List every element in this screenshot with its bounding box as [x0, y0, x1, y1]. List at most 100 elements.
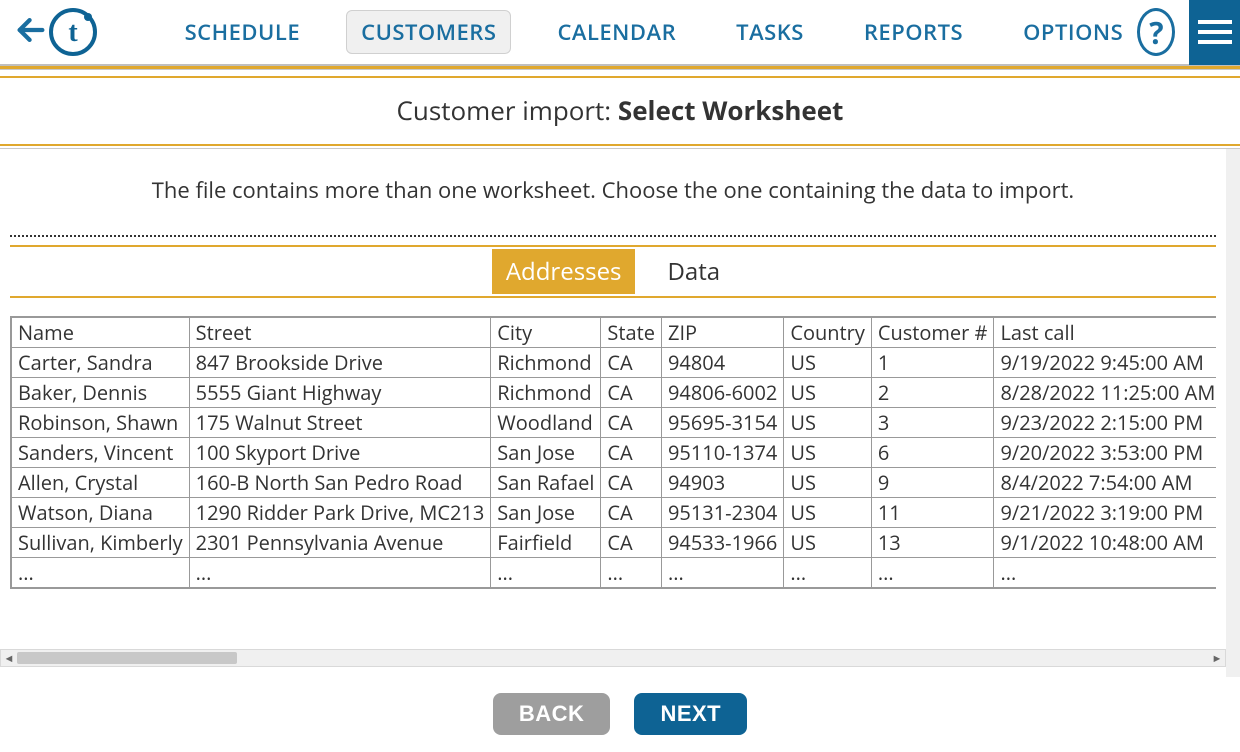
main-nav: SCHEDULE CUSTOMERS CALENDAR TASKS REPORTS OPT… — [99, 10, 1138, 54]
table-cell: 94806-6002 — [662, 378, 784, 408]
table-cell: 9/1/2022 10:48:00 AM — [994, 528, 1216, 558]
table-row[interactable]: Carter, Sandra847 Brookside DriveRichmon… — [11, 348, 1216, 378]
table-cell: 8/4/2022 7:54:00 AM — [994, 468, 1216, 498]
table-cell: ... — [784, 558, 871, 589]
top-bar: t SCHEDULE CUSTOMERS CALENDAR TASKS REPORTS O… — [0, 0, 1240, 66]
next-button[interactable]: NEXT — [634, 693, 747, 735]
nav-item-customers[interactable]: CUSTOMERS — [346, 10, 511, 54]
table-row[interactable]: Sullivan, Kimberly2301 Pennsylvania Aven… — [11, 528, 1216, 558]
table-cell: 94804 — [662, 348, 784, 378]
table-cell: 9/21/2022 3:19:00 PM — [994, 498, 1216, 528]
nav-item-reports[interactable]: REPORTS — [850, 11, 977, 53]
help-button[interactable]: ? — [1137, 8, 1175, 56]
table-cell: CA — [601, 438, 662, 468]
table-cell: 13 — [871, 528, 994, 558]
table-cell: Baker, Dennis — [11, 378, 189, 408]
table-cell: CA — [601, 378, 662, 408]
table-row[interactable]: Sanders, Vincent100 Skyport DriveSan Jos… — [11, 438, 1216, 468]
column-header: Last call — [994, 317, 1216, 348]
table-cell: 6 — [871, 438, 994, 468]
horizontal-scrollbar[interactable]: ◄ ► — [0, 649, 1226, 667]
divider — [0, 69, 1240, 70]
scroll-thumb[interactable] — [17, 652, 237, 664]
divider — [0, 144, 1240, 146]
table-cell: 8/28/2022 11:25:00 AM — [994, 378, 1216, 408]
table-row[interactable]: Baker, Dennis5555 Giant HighwayRichmondC… — [11, 378, 1216, 408]
table-cell: 95695-3154 — [662, 408, 784, 438]
table-cell: Richmond — [491, 348, 601, 378]
column-header: Name — [11, 317, 189, 348]
table-cell: US — [784, 348, 871, 378]
table-cell: San Jose — [491, 438, 601, 468]
page-title-main: Select Worksheet — [618, 92, 844, 128]
scroll-right-icon[interactable]: ► — [1209, 650, 1225, 666]
table-cell: 847 Brookside Drive — [189, 348, 491, 378]
table-cell: San Rafael — [491, 468, 601, 498]
table-cell: 2 — [871, 378, 994, 408]
table-cell: US — [784, 408, 871, 438]
wizard-footer: BACK NEXT — [0, 677, 1240, 751]
table-cell: 1 — [871, 348, 994, 378]
table-cell: ... — [871, 558, 994, 589]
nav-item-calendar[interactable]: CALENDAR — [543, 11, 690, 53]
table-cell: Fairfield — [491, 528, 601, 558]
table-cell: 9/20/2022 3:53:00 PM — [994, 438, 1216, 468]
table-cell: Sullivan, Kimberly — [11, 528, 189, 558]
column-header: Country — [784, 317, 871, 348]
table-cell: ... — [662, 558, 784, 589]
table-cell: CA — [601, 408, 662, 438]
table-cell: US — [784, 468, 871, 498]
worksheet-tab-addresses[interactable]: Addresses — [492, 249, 636, 294]
table-cell: 9/19/2022 9:45:00 AM — [994, 348, 1216, 378]
scroll-left-icon[interactable]: ◄ — [1, 650, 17, 666]
app-logo-icon: t — [48, 7, 99, 57]
nav-item-options[interactable]: OPTIONS — [1009, 11, 1137, 53]
table-cell: Watson, Diana — [11, 498, 189, 528]
table-cell: Carter, Sandra — [11, 348, 189, 378]
table-row[interactable]: Allen, Crystal160-B North San Pedro Road… — [11, 468, 1216, 498]
table-cell: 11 — [871, 498, 994, 528]
column-header: Customer # — [871, 317, 994, 348]
table-row[interactable]: ........................ — [11, 558, 1216, 589]
column-header: Street — [189, 317, 491, 348]
svg-text:t: t — [69, 17, 79, 48]
table-cell: ... — [189, 558, 491, 589]
table-cell: US — [784, 378, 871, 408]
table-cell: Richmond — [491, 378, 601, 408]
preview-table: NameStreetCityStateZIPCountryCustomer #L… — [10, 316, 1216, 589]
table-cell: 95110-1374 — [662, 438, 784, 468]
table-cell: ... — [601, 558, 662, 589]
table-cell: Allen, Crystal — [11, 468, 189, 498]
column-header: City — [491, 317, 601, 348]
worksheet-tab-data[interactable]: Data — [653, 249, 734, 294]
table-cell: 175 Walnut Street — [189, 408, 491, 438]
back-arrow-icon[interactable] — [0, 13, 48, 52]
table-cell: 3 — [871, 408, 994, 438]
table-cell: 100 Skyport Drive — [189, 438, 491, 468]
table-cell: US — [784, 528, 871, 558]
table-row[interactable]: Robinson, Shawn175 Walnut StreetWoodland… — [11, 408, 1216, 438]
nav-item-schedule[interactable]: SCHEDULE — [171, 11, 315, 53]
table-cell: 160-B North San Pedro Road — [189, 468, 491, 498]
table-cell: US — [784, 438, 871, 468]
table-cell: 94533-1966 — [662, 528, 784, 558]
column-header: State — [601, 317, 662, 348]
table-cell: 5555 Giant Highway — [189, 378, 491, 408]
table-cell: CA — [601, 468, 662, 498]
nav-item-tasks[interactable]: TASKS — [722, 11, 818, 53]
table-cell: ... — [11, 558, 189, 589]
hamburger-menu-button[interactable] — [1189, 0, 1240, 65]
table-cell: Woodland — [491, 408, 601, 438]
table-cell: US — [784, 498, 871, 528]
worksheet-tab-bar: Addresses Data — [10, 245, 1216, 298]
table-header-row: NameStreetCityStateZIPCountryCustomer #L… — [11, 317, 1216, 348]
column-header: ZIP — [662, 317, 784, 348]
table-cell: 1290 Ridder Park Drive, MC213 — [189, 498, 491, 528]
table-cell: 9 — [871, 468, 994, 498]
table-cell: San Jose — [491, 498, 601, 528]
table-row[interactable]: Watson, Diana1290 Ridder Park Drive, MC2… — [11, 498, 1216, 528]
table-cell: Robinson, Shawn — [11, 408, 189, 438]
back-button[interactable]: BACK — [493, 693, 611, 735]
page-title: Customer import: Select Worksheet — [0, 78, 1240, 144]
table-body: Carter, Sandra847 Brookside DriveRichmon… — [11, 348, 1216, 589]
